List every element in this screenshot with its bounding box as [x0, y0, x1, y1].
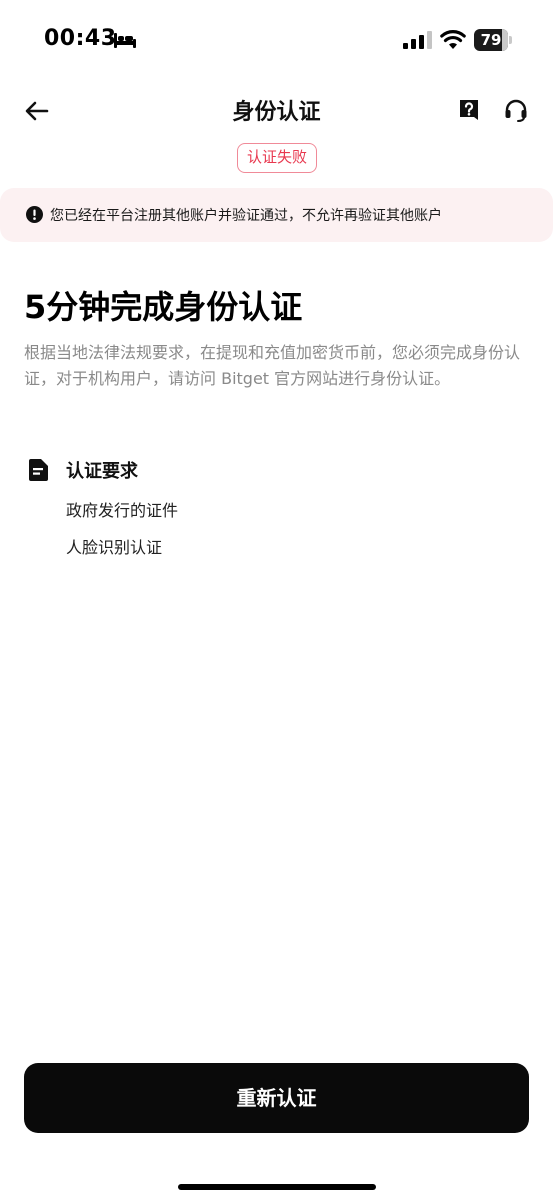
battery-level: 79: [480, 31, 502, 49]
alert-message: 您已经在平台注册其他账户并验证通过，不允许再验证其他账户: [50, 208, 442, 224]
status-time: 00:43: [44, 26, 117, 51]
requirement-item: 政府发行的证件: [66, 501, 179, 520]
requirements-title: 认证要求: [66, 461, 138, 482]
section-heading: 5分钟完成身份认证: [24, 288, 303, 326]
home-indicator: [178, 1184, 376, 1190]
status-bar: 00:43 79: [0, 0, 553, 80]
requirement-item: 人脸识别认证: [66, 538, 163, 557]
alert-banner: 您已经在平台注册其他账户并验证通过，不允许再验证其他账户: [0, 188, 553, 242]
description-text: 根据当地法律法规要求，在提现和充值加密货币前，您必须完成身份认证，对于机构用户，…: [24, 343, 521, 388]
question-mark-icon[interactable]: [456, 97, 482, 123]
document-icon: [29, 459, 48, 481]
exclamation-circle-icon: [26, 206, 43, 223]
cellular-signal-icon: [403, 31, 432, 49]
wifi-icon: [440, 30, 466, 49]
status-badge: 认证失败: [237, 143, 318, 173]
bed-icon: [114, 33, 136, 48]
headset-icon[interactable]: [503, 97, 529, 123]
battery-icon: 79: [474, 29, 512, 51]
reverify-button[interactable]: 重新认证: [24, 1063, 529, 1133]
